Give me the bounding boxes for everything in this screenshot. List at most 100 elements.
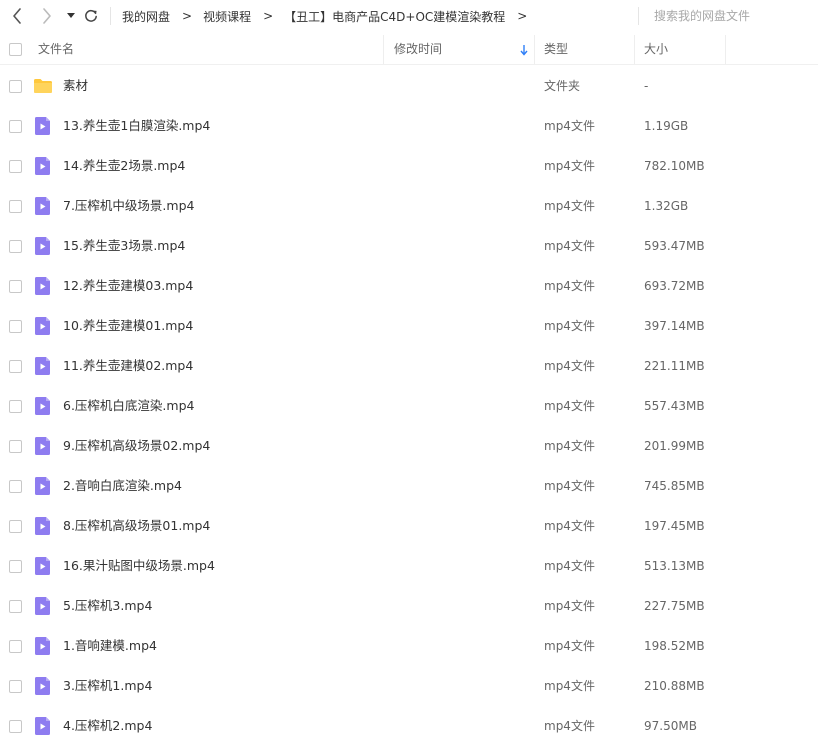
row-checkbox[interactable]	[9, 640, 22, 653]
file-row[interactable]: 10.养生壶建模01.mp4 mp4文件 397.14MB	[0, 306, 818, 346]
file-size: 397.14MB	[644, 319, 705, 333]
file-row[interactable]: 5.压榨机3.mp4 mp4文件 227.75MB	[0, 586, 818, 626]
file-size: 1.19GB	[644, 119, 689, 133]
file-name[interactable]: 素材	[63, 66, 88, 106]
row-checkbox[interactable]	[9, 240, 22, 253]
file-row[interactable]: 3.压榨机1.mp4 mp4文件 210.88MB	[0, 666, 818, 706]
file-type: mp4文件	[544, 279, 595, 293]
history-dropdown-button[interactable]	[64, 6, 78, 26]
file-name[interactable]: 3.压榨机1.mp4	[63, 666, 152, 706]
row-checkbox[interactable]	[9, 200, 22, 213]
video-file-icon	[33, 636, 53, 656]
row-checkbox[interactable]	[9, 320, 22, 333]
file-row[interactable]: 素材 文件夹 -	[0, 66, 818, 106]
row-checkbox[interactable]	[9, 520, 22, 533]
breadcrumb-item-my-drive[interactable]: 我的网盘	[122, 8, 170, 25]
search-divider	[638, 7, 639, 25]
row-checkbox[interactable]	[9, 400, 22, 413]
row-checkbox[interactable]	[9, 480, 22, 493]
row-checkbox[interactable]	[9, 360, 22, 373]
chevron-left-icon	[13, 8, 21, 24]
file-name[interactable]: 5.压榨机3.mp4	[63, 586, 152, 626]
file-row[interactable]: 12.养生壶建模03.mp4 mp4文件 693.72MB	[0, 266, 818, 306]
row-checkbox[interactable]	[9, 160, 22, 173]
file-type: mp4文件	[544, 199, 595, 213]
file-name[interactable]: 1.音响建模.mp4	[63, 626, 157, 666]
file-name[interactable]: 15.养生壶3场景.mp4	[63, 226, 185, 266]
file-type: mp4文件	[544, 679, 595, 693]
file-type: mp4文件	[544, 599, 595, 613]
breadcrumb-item-current-folder[interactable]: 【丑工】电商产品C4D+OC建模渲染教程	[284, 8, 505, 25]
file-name[interactable]: 9.压榨机高级场景02.mp4	[63, 426, 210, 466]
row-checkbox[interactable]	[9, 80, 22, 93]
column-header-modified[interactable]: 修改时间	[385, 35, 535, 64]
breadcrumb-separator: >	[263, 9, 274, 23]
row-checkbox[interactable]	[9, 680, 22, 693]
video-file-icon	[33, 676, 53, 696]
breadcrumb-separator[interactable]: >	[517, 9, 527, 23]
file-row[interactable]: 15.养生壶3场景.mp4 mp4文件 593.47MB	[0, 226, 818, 266]
row-checkbox[interactable]	[9, 280, 22, 293]
file-name[interactable]: 8.压榨机高级场景01.mp4	[63, 506, 210, 546]
file-type: mp4文件	[544, 159, 595, 173]
sort-descending-icon[interactable]	[519, 44, 529, 56]
file-row[interactable]: 13.养生壶1白膜渲染.mp4 mp4文件 1.19GB	[0, 106, 818, 146]
chevron-right-icon	[43, 8, 51, 24]
file-name[interactable]: 11.养生壶建模02.mp4	[63, 346, 193, 386]
file-size: 227.75MB	[644, 599, 705, 613]
row-checkbox[interactable]	[9, 440, 22, 453]
file-name[interactable]: 10.养生壶建模01.mp4	[63, 306, 193, 346]
video-file-icon	[33, 556, 53, 576]
file-name[interactable]: 2.音响白底渲染.mp4	[63, 466, 182, 506]
file-type: mp4文件	[544, 439, 595, 453]
file-type: mp4文件	[544, 559, 595, 573]
row-checkbox[interactable]	[9, 120, 22, 133]
file-size: -	[644, 79, 649, 93]
file-name[interactable]: 7.压榨机中级场景.mp4	[63, 186, 194, 226]
file-name[interactable]: 12.养生壶建模03.mp4	[63, 266, 193, 306]
row-checkbox[interactable]	[9, 600, 22, 613]
caret-down-icon	[67, 13, 75, 18]
select-all-checkbox[interactable]	[9, 43, 22, 56]
breadcrumb: 我的网盘 > 视频课程 > 【丑工】电商产品C4D+OC建模渲染教程 >	[122, 0, 538, 32]
file-row[interactable]: 6.压榨机白底渲染.mp4 mp4文件 557.43MB	[0, 386, 818, 426]
back-button[interactable]	[8, 6, 26, 26]
file-row[interactable]: 14.养生壶2场景.mp4 mp4文件 782.10MB	[0, 146, 818, 186]
file-size: 221.11MB	[644, 359, 705, 373]
file-row[interactable]: 4.压榨机2.mp4 mp4文件 97.50MB	[0, 706, 818, 746]
file-type: mp4文件	[544, 359, 595, 373]
search-input[interactable]	[650, 6, 818, 26]
video-file-icon	[33, 236, 53, 256]
video-file-icon	[33, 476, 53, 496]
file-type: mp4文件	[544, 319, 595, 333]
file-row[interactable]: 11.养生壶建模02.mp4 mp4文件 221.11MB	[0, 346, 818, 386]
file-type: mp4文件	[544, 479, 595, 493]
file-row[interactable]: 7.压榨机中级场景.mp4 mp4文件 1.32GB	[0, 186, 818, 226]
breadcrumb-item-video-courses[interactable]: 视频课程	[203, 8, 251, 25]
file-size: 745.85MB	[644, 479, 705, 493]
folder-icon	[33, 76, 53, 96]
file-row[interactable]: 9.压榨机高级场景02.mp4 mp4文件 201.99MB	[0, 426, 818, 466]
file-name[interactable]: 14.养生壶2场景.mp4	[63, 146, 185, 186]
file-size: 201.99MB	[644, 439, 705, 453]
file-size: 782.10MB	[644, 159, 705, 173]
file-type: mp4文件	[544, 399, 595, 413]
row-checkbox[interactable]	[9, 720, 22, 733]
refresh-button[interactable]	[82, 6, 100, 26]
column-header-size[interactable]: 大小	[636, 35, 726, 64]
video-file-icon	[33, 116, 53, 136]
file-row[interactable]: 8.压榨机高级场景01.mp4 mp4文件 197.45MB	[0, 506, 818, 546]
file-row[interactable]: 2.音响白底渲染.mp4 mp4文件 745.85MB	[0, 466, 818, 506]
file-type: mp4文件	[544, 719, 595, 733]
forward-button[interactable]	[38, 6, 56, 26]
column-header-name[interactable]: 文件名	[38, 35, 384, 64]
file-name[interactable]: 4.压榨机2.mp4	[63, 706, 152, 746]
file-name[interactable]: 13.养生壶1白膜渲染.mp4	[63, 106, 210, 146]
file-size: 197.45MB	[644, 519, 705, 533]
file-name[interactable]: 16.果汁贴图中级场景.mp4	[63, 546, 215, 586]
column-header-type[interactable]: 类型	[536, 35, 635, 64]
row-checkbox[interactable]	[9, 560, 22, 573]
file-name[interactable]: 6.压榨机白底渲染.mp4	[63, 386, 194, 426]
file-row[interactable]: 16.果汁贴图中级场景.mp4 mp4文件 513.13MB	[0, 546, 818, 586]
file-row[interactable]: 1.音响建模.mp4 mp4文件 198.52MB	[0, 626, 818, 666]
